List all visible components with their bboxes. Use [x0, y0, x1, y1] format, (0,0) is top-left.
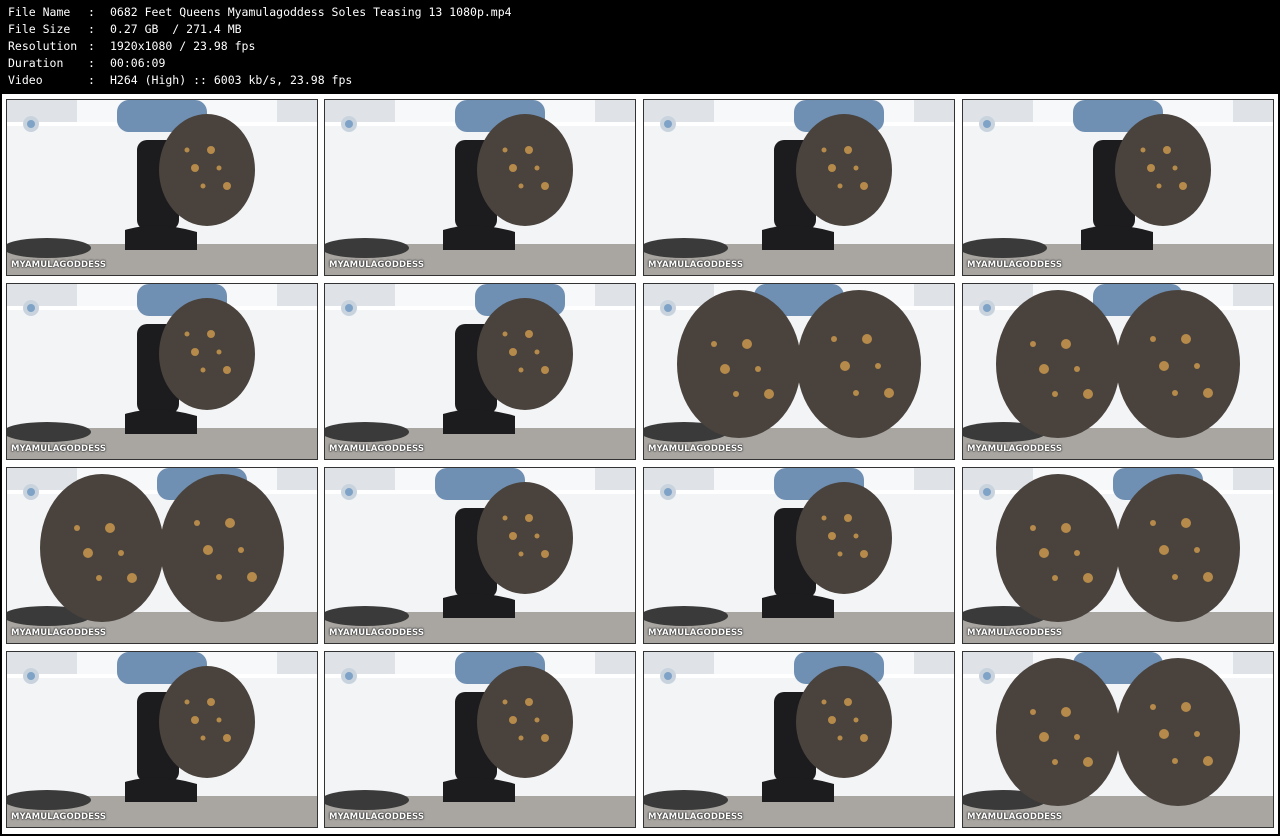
- frame-image: [644, 284, 954, 459]
- frame-image: [7, 468, 317, 643]
- meta-row-resolution: Resolution:1920x1080 / 23.98 fps: [8, 39, 256, 53]
- frame-image: [325, 468, 635, 643]
- frame-image: [325, 100, 635, 275]
- thumbnail-frame: MYAMULAGODDESS: [962, 467, 1274, 644]
- file-info-header: File Name:0682 Feet Queens Myamulagoddes…: [0, 0, 1280, 92]
- frame-image: [963, 100, 1273, 275]
- thumbnail-frame: MYAMULAGODDESS: [962, 99, 1274, 276]
- watermark-label: MYAMULAGODDESS: [967, 260, 1063, 270]
- thumbnail-frame: MYAMULAGODDESS: [324, 283, 636, 460]
- thumbnail-frame: MYAMULAGODDESS: [643, 99, 955, 276]
- thumbnail-frame: MYAMULAGODDESS: [643, 283, 955, 460]
- frame-image: [7, 652, 317, 827]
- frame-image: [963, 468, 1273, 643]
- watermark-label: MYAMULAGODDESS: [11, 260, 107, 270]
- frame-image: [963, 652, 1273, 827]
- frame-image: [7, 284, 317, 459]
- thumbnail-frame: MYAMULAGODDESS: [324, 467, 636, 644]
- thumbnail-frame: MYAMULAGODDESS: [324, 99, 636, 276]
- thumbnail-frame: MYAMULAGODDESS: [643, 467, 955, 644]
- frame-image: [644, 652, 954, 827]
- watermark-label: MYAMULAGODDESS: [11, 444, 107, 454]
- thumbnail-frame: MYAMULAGODDESS: [6, 283, 318, 460]
- meta-row-file-size: File Size:0.27 GB / 271.4 MB: [8, 22, 242, 36]
- frame-image: [963, 284, 1273, 459]
- frame-image: [7, 100, 317, 275]
- frame-image: [325, 652, 635, 827]
- frame-image: [644, 468, 954, 643]
- frame-image: [325, 284, 635, 459]
- watermark-label: MYAMULAGODDESS: [329, 812, 425, 822]
- watermark-label: MYAMULAGODDESS: [329, 444, 425, 454]
- watermark-label: MYAMULAGODDESS: [329, 628, 425, 638]
- watermark-label: MYAMULAGODDESS: [648, 260, 744, 270]
- thumbnail-frame: MYAMULAGODDESS: [6, 467, 318, 644]
- thumbnail-frame: MYAMULAGODDESS: [324, 651, 636, 828]
- watermark-label: MYAMULAGODDESS: [329, 260, 425, 270]
- thumbnail-frame: MYAMULAGODDESS: [962, 651, 1274, 828]
- watermark-label: MYAMULAGODDESS: [648, 628, 744, 638]
- watermark-label: MYAMULAGODDESS: [648, 812, 744, 822]
- meta-row-duration: Duration:00:06:09: [8, 56, 166, 70]
- meta-row-file-name: File Name:0682 Feet Queens Myamulagoddes…: [8, 5, 512, 19]
- meta-row-video: Video: H264 (High) :: 6003 kb/s, 23.98 fp…: [8, 73, 353, 87]
- thumbnail-frame: MYAMULAGODDESS: [6, 651, 318, 828]
- thumbnail-grid: MYAMULAGODDESS MYAMULAGODDESS MYAMULAGODDE…: [2, 94, 1278, 834]
- frame-image: [644, 100, 954, 275]
- watermark-label: MYAMULAGODDESS: [967, 812, 1063, 822]
- watermark-label: MYAMULAGODDESS: [11, 812, 107, 822]
- watermark-label: MYAMULAGODDESS: [967, 628, 1063, 638]
- watermark-label: MYAMULAGODDESS: [648, 444, 744, 454]
- watermark-label: MYAMULAGODDESS: [967, 444, 1063, 454]
- thumbnail-frame: MYAMULAGODDESS: [643, 651, 955, 828]
- thumbnail-frame: MYAMULAGODDESS: [962, 283, 1274, 460]
- thumbnail-frame: MYAMULAGODDESS: [6, 99, 318, 276]
- watermark-label: MYAMULAGODDESS: [11, 628, 107, 638]
